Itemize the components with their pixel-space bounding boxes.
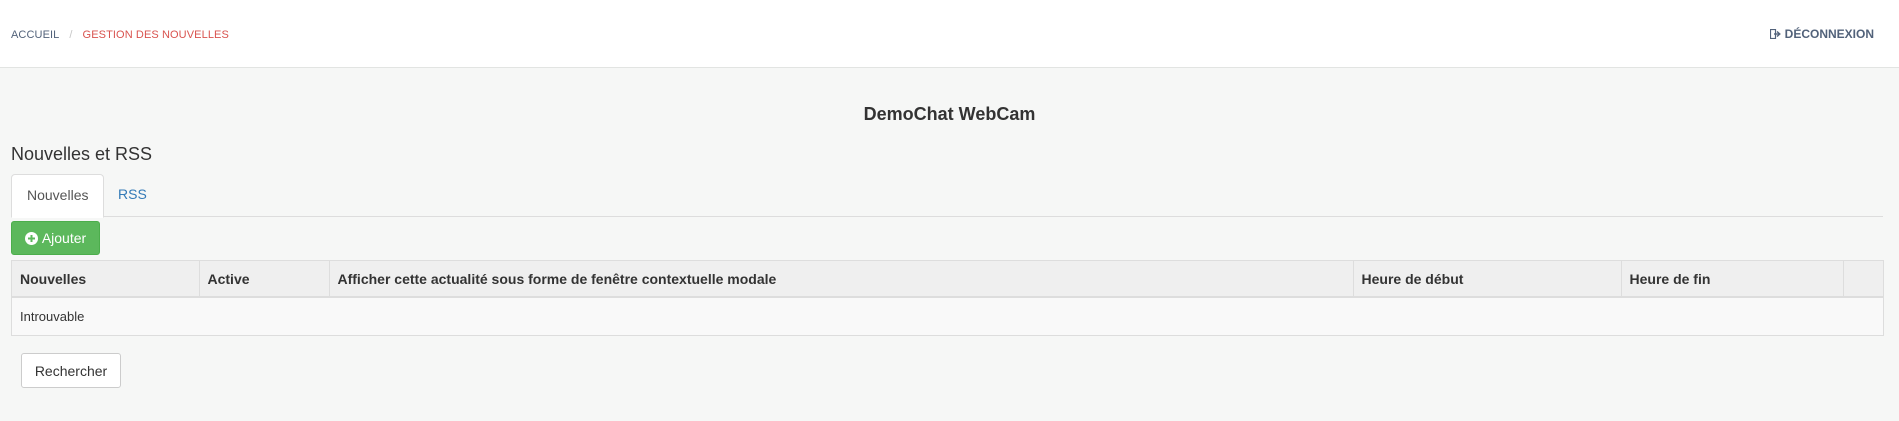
search-button[interactable]: Rechercher xyxy=(21,353,121,388)
breadcrumb: ACCUEIL / GESTION DES NOUVELLES xyxy=(11,29,229,41)
tab-nouvelles[interactable]: Nouvelles xyxy=(11,174,104,218)
logout-label: DÉCONNEXION xyxy=(1784,27,1874,41)
plus-circle-icon xyxy=(24,231,38,245)
tab-rss[interactable]: RSS xyxy=(118,174,147,217)
sign-out-icon xyxy=(1769,29,1781,39)
breadcrumb-separator: / xyxy=(69,29,73,41)
column-header-modal[interactable]: Afficher cette actualité sous forme de f… xyxy=(329,261,1354,298)
column-header-start-time[interactable]: Heure de début xyxy=(1353,261,1622,298)
breadcrumb-current: GESTION DES NOUVELLES xyxy=(82,29,229,41)
table-row: Introuvable xyxy=(12,297,1883,335)
table-header-row: Nouvelles Active Afficher cette actualit… xyxy=(12,261,1883,298)
breadcrumb-home-link[interactable]: ACCUEIL xyxy=(11,29,59,41)
logout-link[interactable]: DÉCONNEXION xyxy=(1769,27,1874,41)
app-title: DemoChat WebCam xyxy=(863,104,1036,124)
top-navbar: ACCUEIL / GESTION DES NOUVELLES DÉCONNEX… xyxy=(0,0,1899,68)
add-button-label: Ajouter xyxy=(41,230,87,246)
tab-bar: Nouvelles RSS xyxy=(11,174,1883,218)
column-header-nouvelles[interactable]: Nouvelles xyxy=(12,261,200,298)
add-button[interactable]: Ajouter xyxy=(11,221,100,255)
empty-message: Introuvable xyxy=(12,297,1883,335)
news-table: Nouvelles Active Afficher cette actualit… xyxy=(11,260,1884,336)
column-header-actions xyxy=(1843,261,1883,298)
column-header-active[interactable]: Active xyxy=(199,261,330,298)
column-header-end-time[interactable]: Heure de fin xyxy=(1621,261,1844,298)
section-title: Nouvelles et RSS xyxy=(11,144,153,164)
